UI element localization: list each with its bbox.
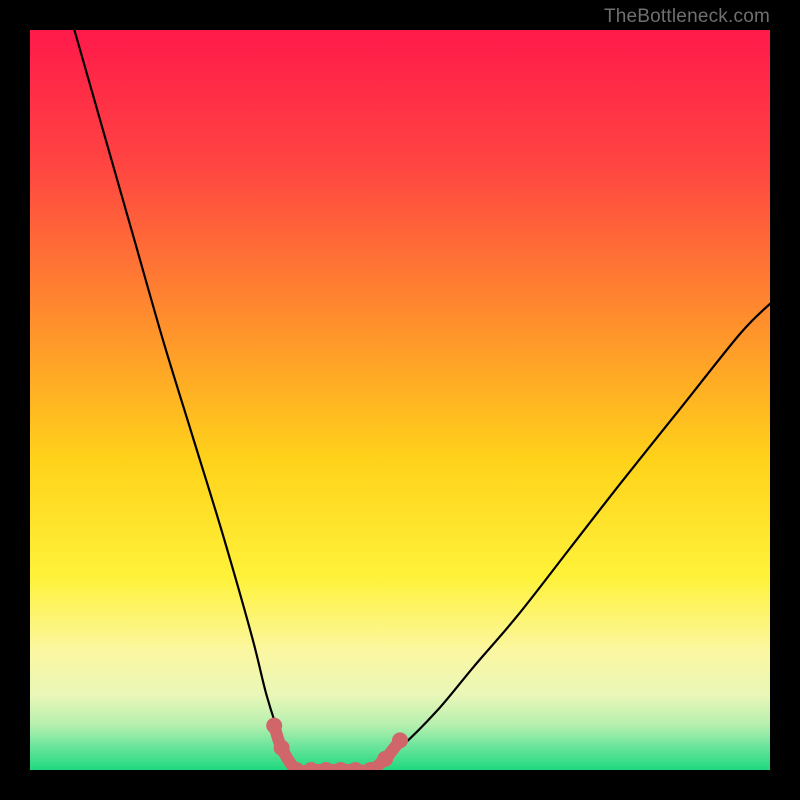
optimal-band-marker: [274, 740, 290, 756]
bottleneck-chart: [30, 30, 770, 770]
optimal-band-marker: [392, 732, 408, 748]
optimal-band-marker: [377, 751, 393, 767]
watermark-text: TheBottleneck.com: [604, 6, 770, 28]
gradient-background: [30, 30, 770, 770]
plot-area: [30, 30, 770, 770]
chart-frame: TheBottleneck.com: [0, 0, 800, 800]
optimal-band-marker: [266, 718, 282, 734]
